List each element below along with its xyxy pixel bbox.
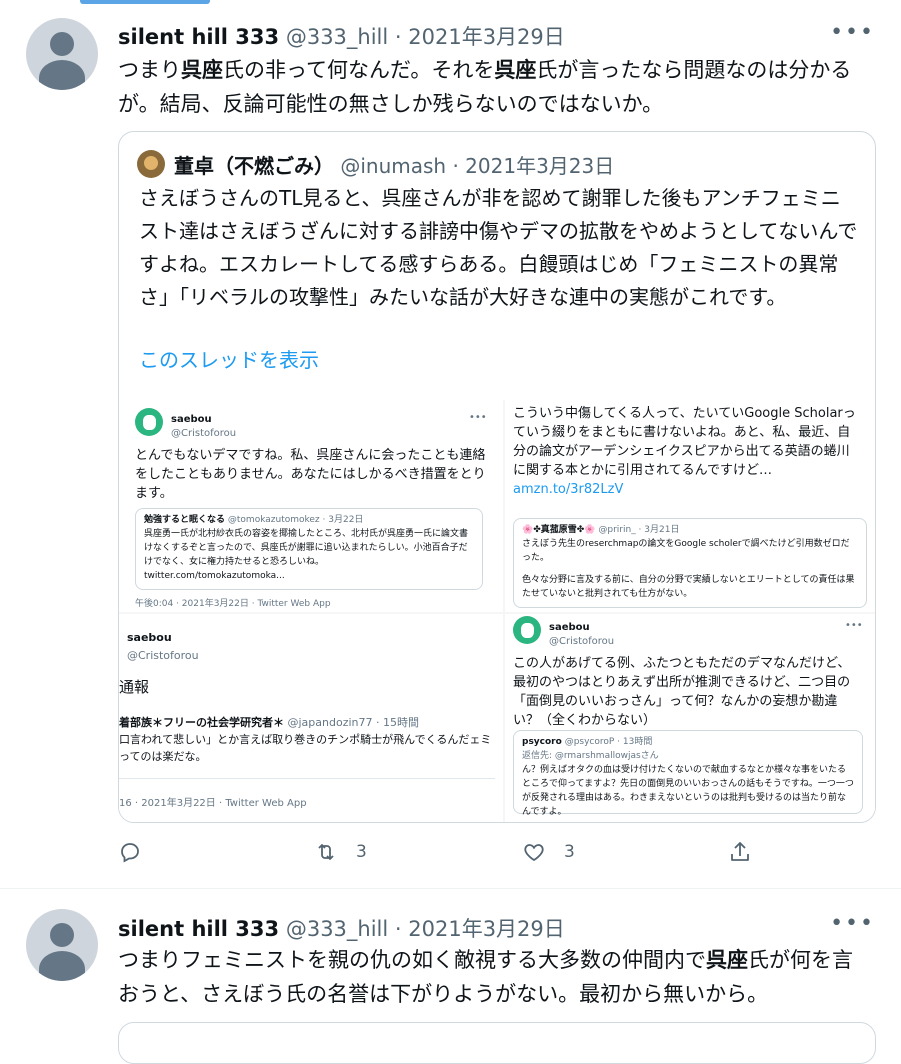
shot-quote-text: ん？例えばオタクの血は受け付けたくないので献血するなとか様々な事をいたるところで… [522,765,854,817]
default-avatar-head-icon [50,32,74,56]
image-screenshot-3[interactable]: saebou @Cristoforou 通報 着部族＊フリーの社会学研究者＊ @… [119,614,503,822]
quoted-tweet[interactable] [118,1022,876,1064]
share-button[interactable] [728,840,770,864]
tweet-header: silent hill 333 @333_hill · 2021年3月29日 [118,21,565,51]
quoted-author-meta[interactable]: @inumash · 2021年3月23日 [340,154,614,178]
shot-quote-header: 勉強すると眠くなる @tomokazutomokez · 3月22日 [144,515,364,525]
quoted-avatar[interactable] [137,150,165,178]
shot-text: この人があげてる例、ふたつともただのデマなんだけど、最初のやつはとりあえず出所が… [513,656,851,728]
quoted-header: 董卓（不燃ごみ） @inumash · 2021年3月23日 [174,150,614,179]
heart-icon [524,844,544,862]
shot-quote-header: psycoro @psycoroP · 13時間 [522,737,653,747]
shot-more-icon: ••• [845,620,863,631]
highlight-term: 呉座 [706,948,748,972]
image-screenshot-4[interactable]: saebou @Cristoforou ••• この人があげてる例、ふたつともた… [505,614,875,822]
image-screenshot-1[interactable]: saebou @Cristoforou ••• とんでもないデマですね。私、呉座… [119,400,503,612]
shot-quoted-box: 勉強すると眠くなる @tomokazutomokez · 3月22日 呉座勇一氏… [135,508,483,590]
shot-quote-header: 着部族＊フリーの社会学研究者＊ @japandozin77 · 15時間 [119,716,419,729]
shot-quote-text: 色々な分野に言及する前に、自分の分野で実績しないとエリートとしての責任は果たせて… [522,575,855,599]
author-name[interactable]: silent hill 333 [118,25,279,49]
avatar[interactable] [26,909,98,981]
shot-author-handle: @Cristoforou [127,649,199,662]
shot-quote: 着部族＊フリーの社会学研究者＊ @japandozin77 · 15時間 口言わ… [119,714,495,765]
text-segment: つまり [118,58,181,82]
quoted-text: さえぼうさんのTL見ると、呉座さんが非を認めて謝罪した後もアンチフェミニスト達は… [139,186,858,309]
show-thread-link[interactable]: このスレッドを表示 [139,344,319,373]
tweet-text: つまりフェミニストを親の仇の如く敵視する大多数の仲間内で呉座氏が何を言おうと、さ… [118,943,868,1011]
tweet[interactable]: silent hill 333 @333_hill · 2021年3月29日 •… [0,0,901,888]
tweet-header: silent hill 333 @333_hill · 2021年3月29日 [118,913,565,943]
shot-author-handle: @Cristoforou [549,636,615,647]
shot-quote-reply: 返信先: @rmarshmallowjasさん [522,751,659,761]
like-count: 3 [564,842,575,862]
shot-timestamp: 午後0:04 · 2021年3月22日 · Twitter Web App [135,599,331,609]
tweet-text: つまり呉座氏の非って何なんだ。それを呉座氏が言ったなら問題なのは分かるが。結局、… [118,53,868,121]
shot-author-handle: @Cristoforou [171,428,237,439]
default-avatar-body-icon [39,60,85,90]
shot-quoted-box: psycoro @psycoroP · 13時間 返信先: @rmarshmal… [513,730,863,817]
shot-quote-link: twitter.com/tomokazutomoka... [144,571,285,581]
reply-icon [121,843,139,863]
text-segment: 氏の非って何なんだ。それを [223,58,495,82]
highlight-term: 呉座 [181,58,223,82]
image-screenshot-2[interactable]: こういう中傷してくる人って、たいていGoogle Scholarっていう綴りをま… [505,400,875,612]
quoted-author-name[interactable]: 董卓（不燃ごみ） [174,154,334,178]
shot-report-label: 通報 [119,678,150,696]
quoted-tweet[interactable]: 董卓（不燃ごみ） @inumash · 2021年3月23日 さえぼうさんのTL… [118,131,876,823]
retweet-icon [318,844,334,860]
like-button[interactable]: 3 [522,840,575,864]
shot-link: amzn.to/3r82LzV [513,482,624,497]
shot-quote-text: 呉座勇一氏が北村紗衣氏の容姿を揶揄したところ、北村氏が呉座勇一氏に論文書けなくす… [144,529,469,567]
shot-quote-header: 🌸✤真菰原雪✤🌸 @pririn_ · 3月21日 [522,525,680,535]
shot-text: とんでもないデマですね。私、呉座さんに会ったことも連絡をしたこともありません。あ… [135,448,486,501]
avatar[interactable] [26,18,98,90]
text-segment: つまりフェミニストを親の仇の如く敵視する大多数の仲間内で [118,948,706,972]
attached-images[interactable]: saebou @Cristoforou ••• とんでもないデマですね。私、呉座… [119,400,875,822]
tweet[interactable]: silent hill 333 @333_hill · 2021年3月29日 •… [0,889,901,1035]
author-meta[interactable]: @333_hill · 2021年3月29日 [286,25,565,49]
saebou-avatar [135,408,163,436]
shot-more-icon: ••• [469,412,487,423]
retweet-button[interactable]: 3 [314,840,367,864]
shot-author-name: saebou [127,631,172,644]
shot-body: こういう中傷してくる人って、たいていGoogle Scholarっていう綴りをま… [513,406,856,478]
shot-quote-text: さえぼう先生のreserchmapの論文をGoogle scholerで調べたけ… [522,539,850,563]
more-options-icon[interactable]: ••• [830,911,875,936]
tweet-actions: 3 3 [118,840,758,876]
shot-text: こういう中傷してくる人って、たいていGoogle Scholarっていう綴りをま… [513,404,858,499]
default-avatar-body-icon [39,951,85,981]
retweet-count: 3 [356,842,367,862]
shot-quoted-box: 🌸✤真菰原雪✤🌸 @pririn_ · 3月21日 さえぼう先生のreserch… [513,518,867,608]
shot-quote-text: 口言われて悲しい」とか言えば取り巻きのチンポ騎士が飛んでくるんだェミってのは楽だ… [119,733,492,763]
more-options-icon[interactable]: ••• [830,20,875,45]
divider [119,778,495,779]
author-meta[interactable]: @333_hill · 2021年3月29日 [286,917,565,941]
author-name[interactable]: silent hill 333 [118,917,279,941]
avatar-face [144,156,158,170]
shot-timestamp: 16 · 2021年3月22日 · Twitter Web App [119,798,307,809]
share-icon [731,842,749,861]
reply-button[interactable] [118,840,160,864]
highlight-term: 呉座 [494,58,537,82]
saebou-avatar [513,616,541,644]
default-avatar-head-icon [50,923,74,947]
